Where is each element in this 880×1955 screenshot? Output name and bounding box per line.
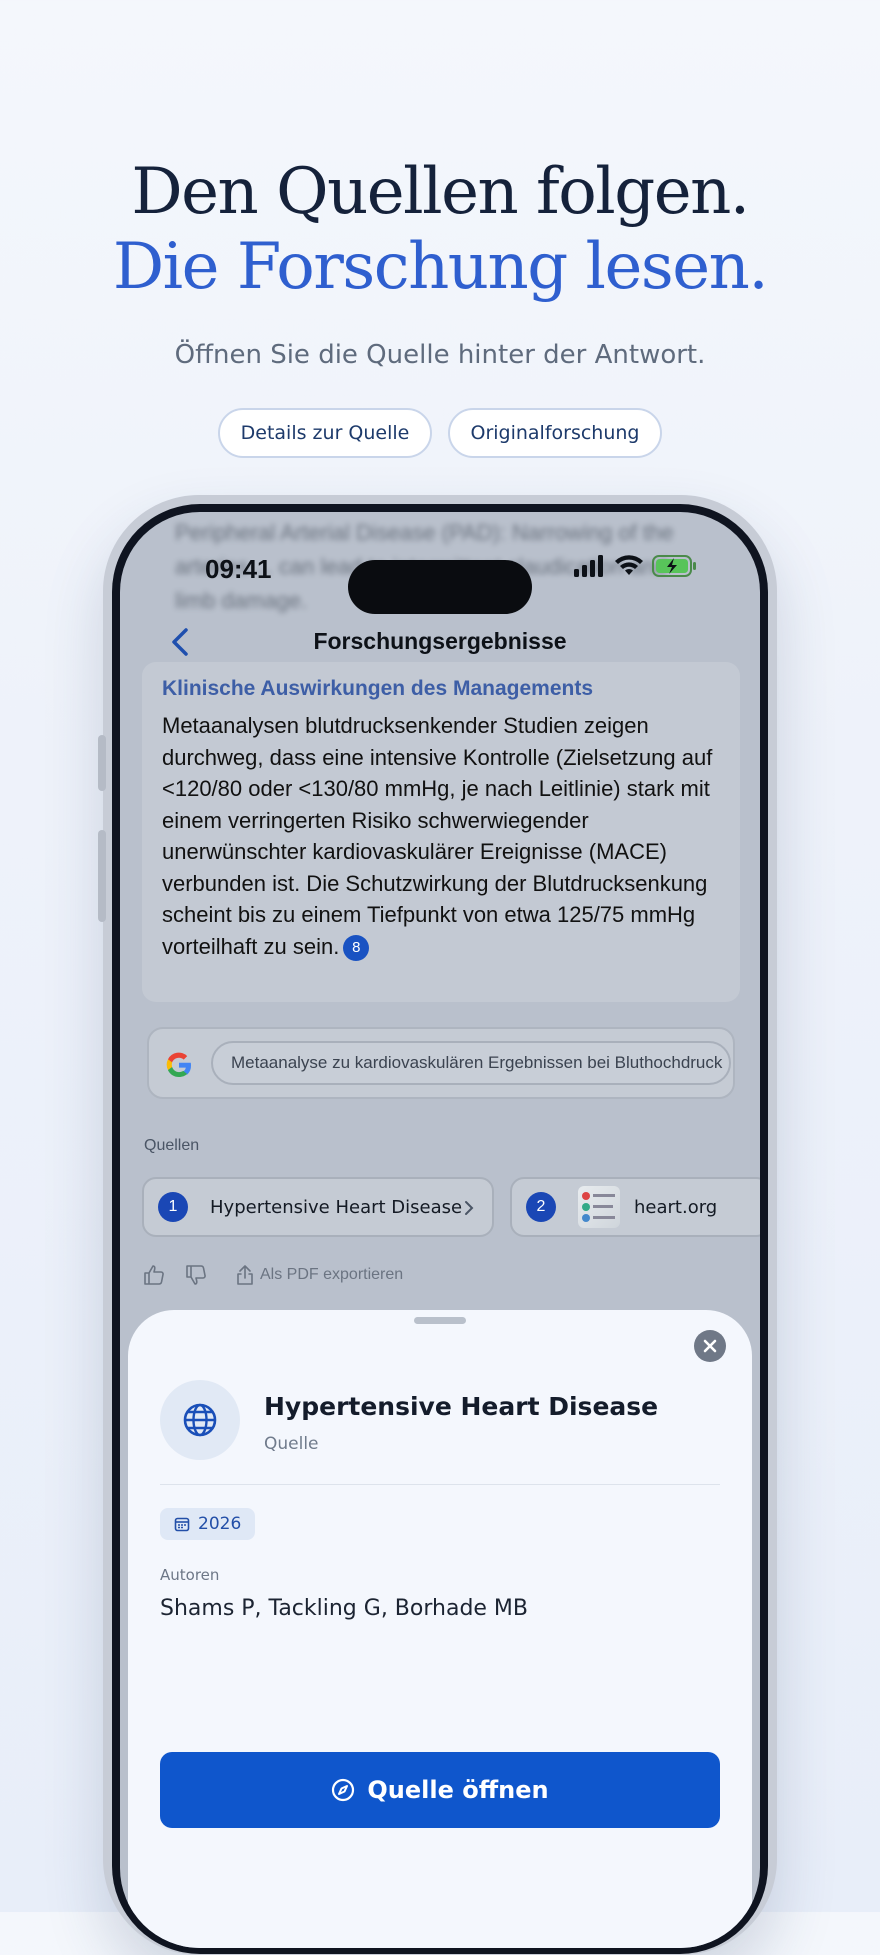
globe-icon (183, 1403, 217, 1437)
details-pill[interactable]: Details zur Quelle (218, 408, 432, 458)
export-pdf-button[interactable]: Als PDF exportieren (236, 1264, 403, 1286)
source-number: 2 (526, 1192, 556, 1222)
export-pdf-label: Als PDF exportieren (260, 1266, 404, 1283)
source-type-label: Quelle (264, 1434, 319, 1454)
open-source-label: Quelle öffnen (367, 1776, 549, 1804)
authors-label: Autoren (160, 1566, 220, 1584)
share-icon (237, 1265, 253, 1285)
thumbs-down-icon[interactable] (184, 1263, 208, 1287)
phone-side-button (98, 830, 106, 922)
authors-value: Shams P, Tackling G, Borhade MB (160, 1596, 529, 1621)
calendar-icon (174, 1517, 190, 1532)
hero-title-line1: Den Quellen folgen. (131, 155, 750, 229)
citation-badge[interactable]: 8 (343, 934, 370, 961)
card-heading: Klinische Auswirkungen des Managements (162, 677, 593, 700)
original-research-pill[interactable]: Originalforschung (448, 408, 662, 458)
hero-subtitle: Öffnen Sie die Quelle hinter der Antwort… (174, 340, 706, 370)
sources-label: Quellen (144, 1137, 200, 1154)
google-logo-icon (166, 1052, 192, 1078)
card-body: Metaanalysen blutdrucksenkender Studien … (162, 710, 722, 962)
chevron-right-icon (465, 1201, 474, 1215)
source-title-heading: Hypertensive Heart Disease (264, 1392, 659, 1421)
signal-icon (574, 555, 603, 577)
year-badge: 2026 (160, 1508, 256, 1540)
source-thumbnail (578, 1186, 620, 1228)
open-source-button[interactable]: Quelle öffnen (160, 1752, 720, 1828)
phone-side-button (98, 735, 106, 791)
status-time: 09:41 (205, 554, 272, 584)
thumbs-up-icon[interactable] (142, 1263, 166, 1287)
compass-icon (332, 1778, 355, 1802)
search-box: Metaanalyse zu kardiovaskulären Ergebnis… (147, 1027, 735, 1099)
card-body-text: Metaanalysen blutdrucksenkender Studien … (162, 713, 713, 959)
action-row: Als PDF exportieren (142, 1260, 403, 1290)
source-title: Hypertensive Heart Disease (210, 1197, 463, 1218)
hero-title-line2: Die Forschung lesen. (112, 230, 769, 304)
source-detail-sheet: Hypertensive Heart Disease Quelle 2026 A… (128, 1310, 752, 1948)
page-title: Forschungsergebnisse (313, 628, 567, 654)
close-icon (703, 1339, 717, 1353)
source-title: heart.org (634, 1197, 718, 1218)
year-text: 2026 (198, 1514, 242, 1534)
search-query-field[interactable]: Metaanalyse zu kardiovaskulären Ergebnis… (211, 1041, 731, 1085)
sheet-grabber[interactable] (414, 1317, 466, 1324)
battery-charging-icon (652, 555, 696, 577)
dynamic-island (348, 560, 532, 614)
close-button[interactable] (694, 1330, 726, 1362)
source-chip-2[interactable]: 2 heart.org (510, 1177, 760, 1237)
status-bar: 09:41 (120, 542, 760, 614)
source-chip-1[interactable]: 1 Hypertensive Heart Disease (142, 1177, 494, 1237)
divider (160, 1484, 720, 1485)
wifi-icon (615, 555, 643, 575)
source-avatar (160, 1380, 240, 1460)
phone-screen: Peripheral Arterial Disease (PAD): Narro… (120, 512, 760, 1948)
source-number: 1 (158, 1192, 188, 1222)
